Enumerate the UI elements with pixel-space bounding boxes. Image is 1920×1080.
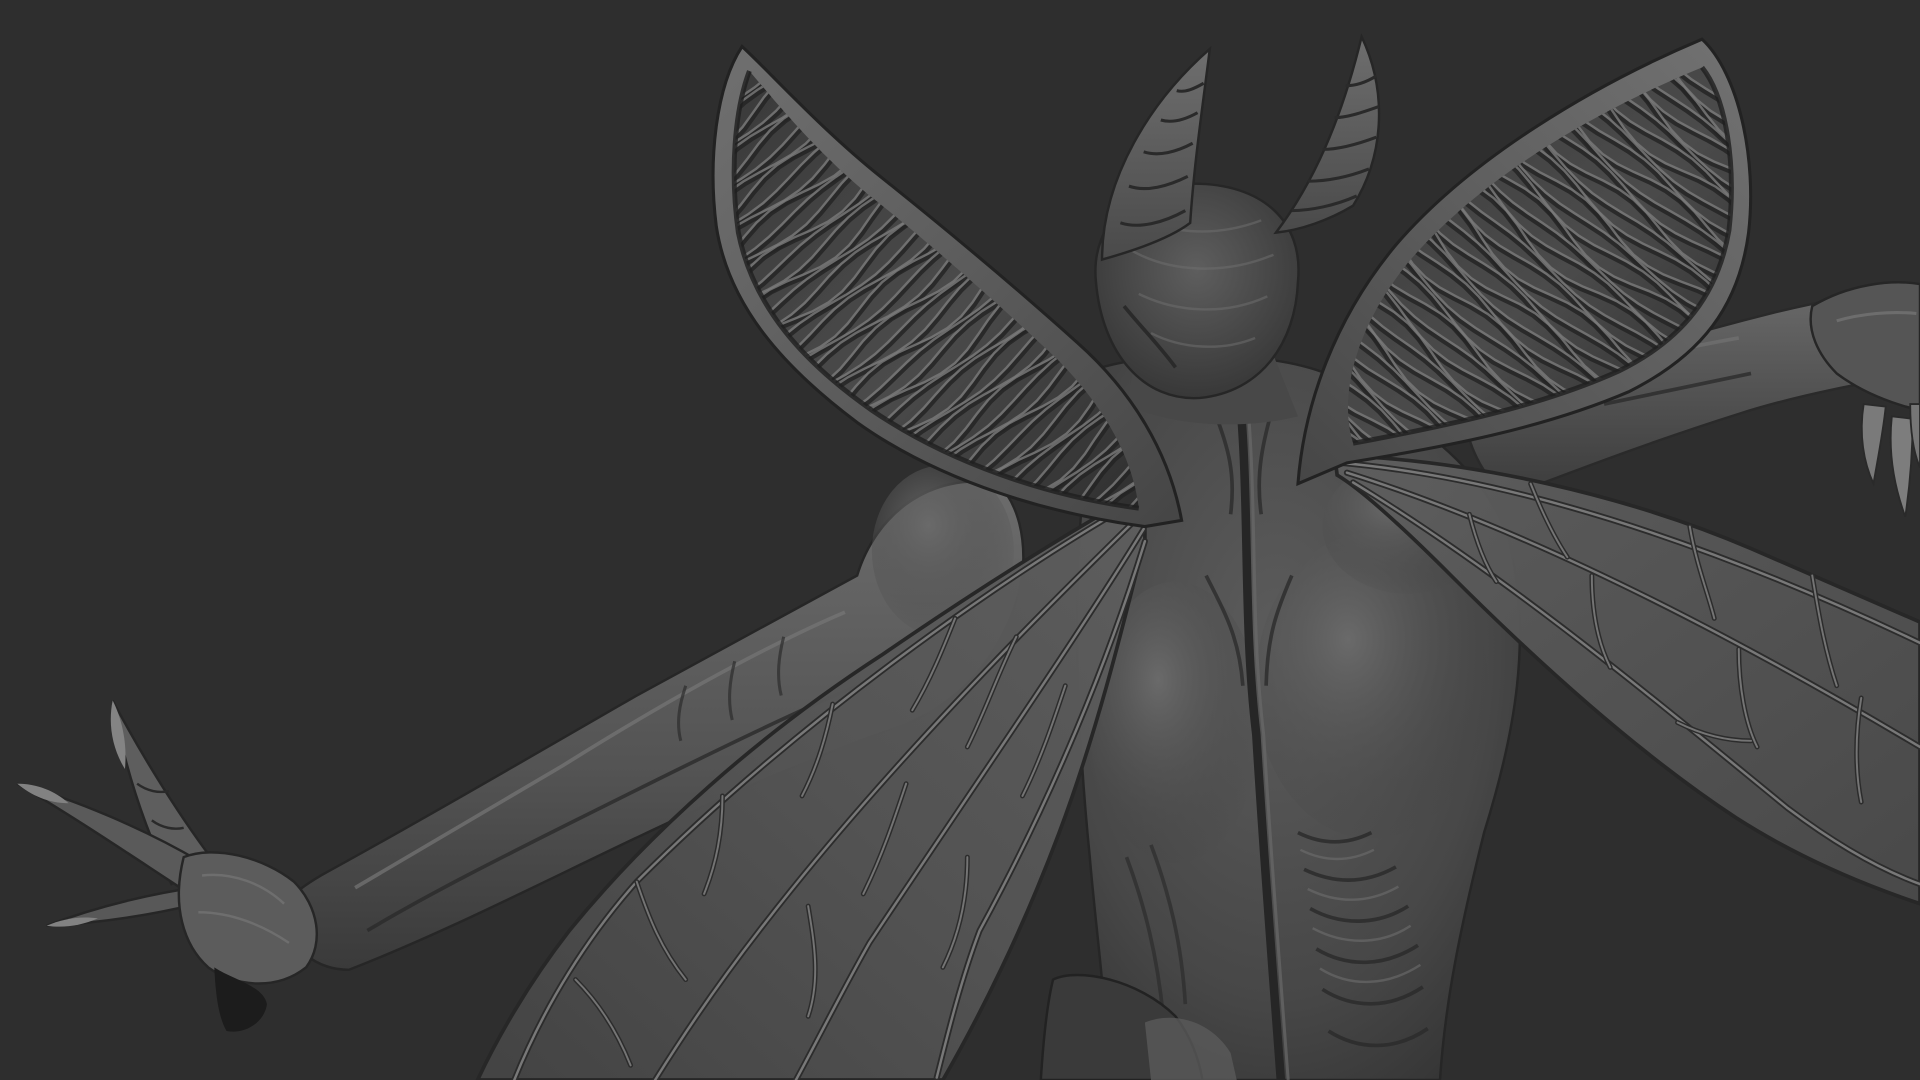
render-viewport	[0, 0, 1920, 1080]
creature-sculpt-render	[0, 0, 1920, 1080]
